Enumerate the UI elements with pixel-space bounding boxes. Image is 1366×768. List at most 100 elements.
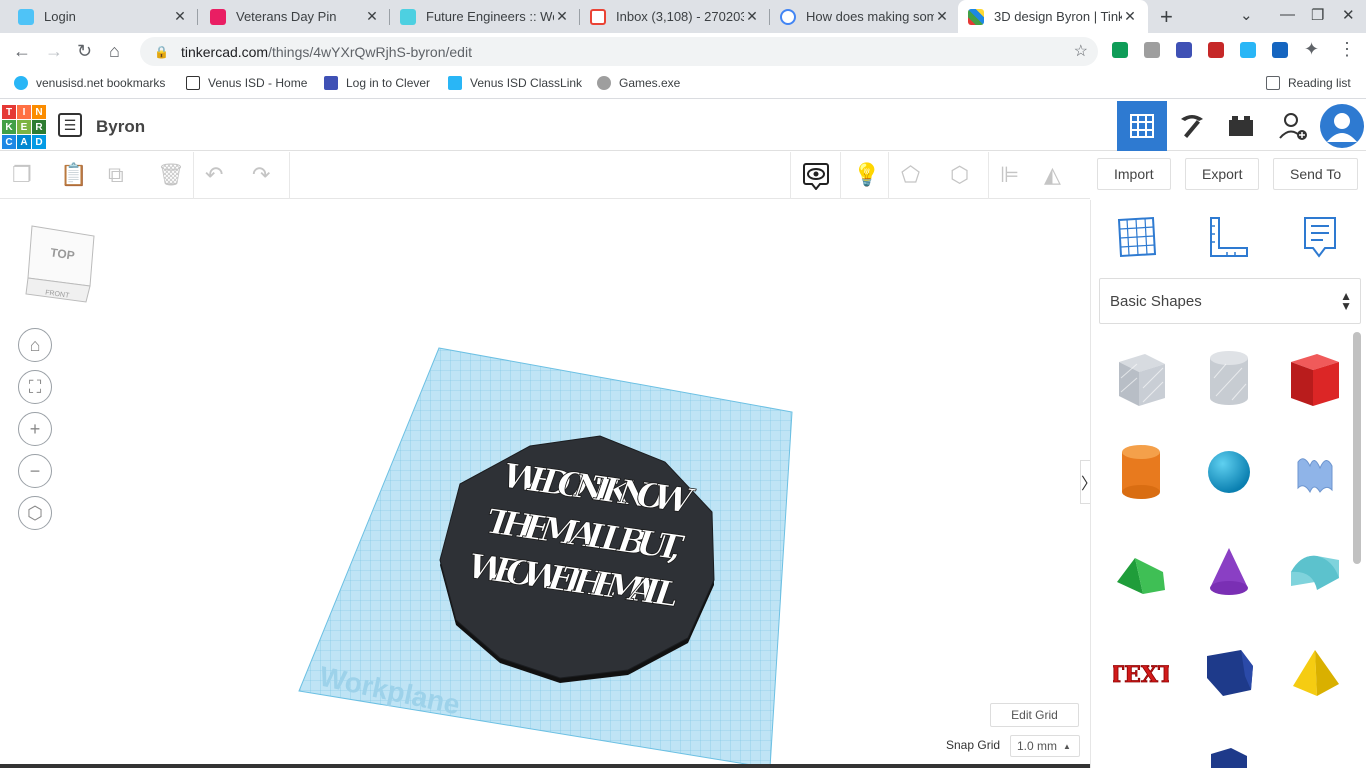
home-view-button[interactable]: ⌂ [18,328,52,362]
extension-icon[interactable] [1144,42,1160,58]
user-avatar[interactable] [1318,101,1366,151]
close-icon[interactable]: ✕ [934,8,950,25]
copy-icon[interactable]: ❐ [12,162,32,188]
shapes-scrollbar[interactable] [1353,332,1361,564]
shape-cylinder-hole[interactable] [1199,346,1259,410]
bookmark-games[interactable]: Games.exe [597,76,680,90]
undo-icon[interactable]: ↶ [205,162,223,188]
tinkercad-logo[interactable]: T I N K E R C A D [2,105,46,149]
bookmark-clever[interactable]: Log in to Clever [324,76,430,90]
shape-box-hole[interactable] [1111,346,1171,410]
bookmark-star-icon[interactable]: ☆ [1074,41,1088,61]
back-icon[interactable]: ← [13,41,31,62]
edit-grid-button[interactable]: Edit Grid [990,703,1079,727]
shape-partial[interactable] [1199,740,1259,768]
shape-category-select[interactable]: Basic Shapes ▲ ▼ [1099,278,1361,324]
tab-inbox[interactable]: Inbox (3,108) - 270203 ✕ [580,0,770,33]
tab-login[interactable]: Login ✕ [8,0,198,33]
classlink-icon [448,76,462,90]
close-window-icon[interactable]: ✕ [1342,6,1355,24]
shape-box[interactable] [1285,346,1345,410]
bookmark-venusisd-net[interactable]: venusisd.net bookmarks [14,76,165,90]
forward-icon[interactable]: → [45,41,63,62]
tab-search-icon[interactable]: ⌄ [1240,6,1253,24]
import-button[interactable]: Import [1097,158,1171,190]
shape-cylinder[interactable] [1111,440,1171,504]
classlink-extension-icon[interactable] [1240,42,1256,58]
restore-icon[interactable]: ❐ [1311,6,1324,24]
design-name[interactable]: Byron [96,117,145,137]
shape-pyramid[interactable] [1285,642,1345,706]
zoom-out-button[interactable]: − [18,454,52,488]
megaphone-extension-icon[interactable] [1208,42,1224,58]
minimize-icon[interactable]: — [1280,6,1295,23]
design-list-icon[interactable]: ☰ [58,113,82,137]
workplane-tool-icon[interactable] [1113,214,1159,260]
3d-workspace[interactable]: Workplane WE DON'T KNOW THEM ALL BUT, WE… [0,200,1090,768]
tab-title: Inbox (3,108) - 270203 [616,9,744,24]
send-to-button[interactable]: Send To [1273,158,1359,190]
zoom-in-button[interactable]: + [18,412,52,446]
fit-view-button[interactable]: ⛶ [18,370,52,404]
menu-icon[interactable]: ⋮ [1338,39,1356,60]
ungroup-icon[interactable]: ⬡ [950,162,969,188]
bricks-view-button[interactable] [1216,101,1266,151]
duplicate-icon[interactable]: ⧉ [108,162,124,188]
snap-grid-select[interactable]: 1.0 mm ▲ [1010,735,1080,757]
shape-round-roof[interactable] [1285,540,1345,604]
codeblocks-pickaxe-button[interactable] [1167,101,1217,151]
group-icon[interactable]: ⬠ [901,162,920,188]
notes-icon[interactable] [1297,214,1343,260]
tab-title: Future Engineers :: We [426,9,554,24]
home-icon[interactable]: ⌂ [109,41,120,62]
lock-icon[interactable]: 🔒 [154,45,169,59]
puzzle-icon[interactable]: ✦ [1304,39,1319,60]
address-bar[interactable]: 🔒 tinkercad.com/things/4wYXrQwRjhS-byron… [140,37,1098,66]
add-user-button[interactable] [1268,101,1318,151]
tab-tinkercad[interactable]: 3D design Byron | Tinke ✕ [958,0,1148,33]
fit-view-icon: ⛶ [28,376,42,397]
new-tab-button[interactable]: + [1160,4,1173,30]
pickaxe-icon [1181,115,1203,138]
show-all-eye-icon[interactable] [803,162,829,196]
url-text: tinkercad.com/things/4wYXrQwRjhS-byron/e… [180,43,472,60]
shape-sphere[interactable] [1199,440,1259,504]
reading-list-button[interactable]: Reading list [1266,76,1351,90]
close-icon[interactable]: ✕ [172,8,188,25]
lightbulb-icon[interactable]: 💡 [853,162,880,188]
bookmark-classlink[interactable]: Venus ISD ClassLink [448,76,582,90]
paste-icon[interactable]: 📋 [60,162,87,188]
close-icon[interactable]: ✕ [744,8,760,25]
select-arrows-icon: ▲ ▼ [1340,289,1352,313]
bookmark-venus-isd-home[interactable]: Venus ISD - Home [186,76,307,90]
close-icon[interactable]: ✕ [1122,8,1138,25]
perspective-button[interactable]: ⬡ [18,496,52,530]
venus-logo-icon [186,76,200,90]
mirror-icon[interactable]: ◭ [1044,162,1061,188]
reload-icon[interactable]: ↻ [77,41,92,62]
redo-icon[interactable]: ↷ [252,162,270,188]
shape-roof[interactable] [1111,540,1171,604]
view-cube[interactable]: TOP FRONT [22,220,100,306]
clever-extension-icon[interactable] [1176,42,1192,58]
tab-future-engineers[interactable]: Future Engineers :: We ✕ [390,0,580,33]
svg-text:TEXT: TEXT [1113,662,1169,688]
close-icon[interactable]: ✕ [554,8,570,25]
shape-scribble[interactable] [1285,440,1345,504]
shape-polygon[interactable] [1199,642,1259,706]
shape-cone[interactable] [1199,540,1259,604]
add-user-icon [1279,113,1307,140]
workplane-canvas[interactable]: Workplane WE DON'T KNOW THEM ALL BUT, WE… [0,200,1090,768]
tab-google-search[interactable]: How does making som ✕ [770,0,960,33]
tab-veterans-day-pin[interactable]: Veterans Day Pin ✕ [200,0,390,33]
export-button[interactable]: Export [1185,158,1260,190]
shape-text[interactable]: TEXT [1111,642,1171,706]
3d-view-grid-button[interactable] [1117,101,1167,151]
ruler-icon[interactable] [1205,214,1251,260]
align-icon[interactable]: ⊫ [1000,162,1019,188]
close-icon[interactable]: ✕ [364,8,380,25]
extension-icon[interactable] [1272,42,1288,58]
extension-icon[interactable] [1112,42,1128,58]
delete-icon[interactable]: 🗑 [157,162,185,188]
snap-grid-label: Snap Grid [946,738,1001,752]
